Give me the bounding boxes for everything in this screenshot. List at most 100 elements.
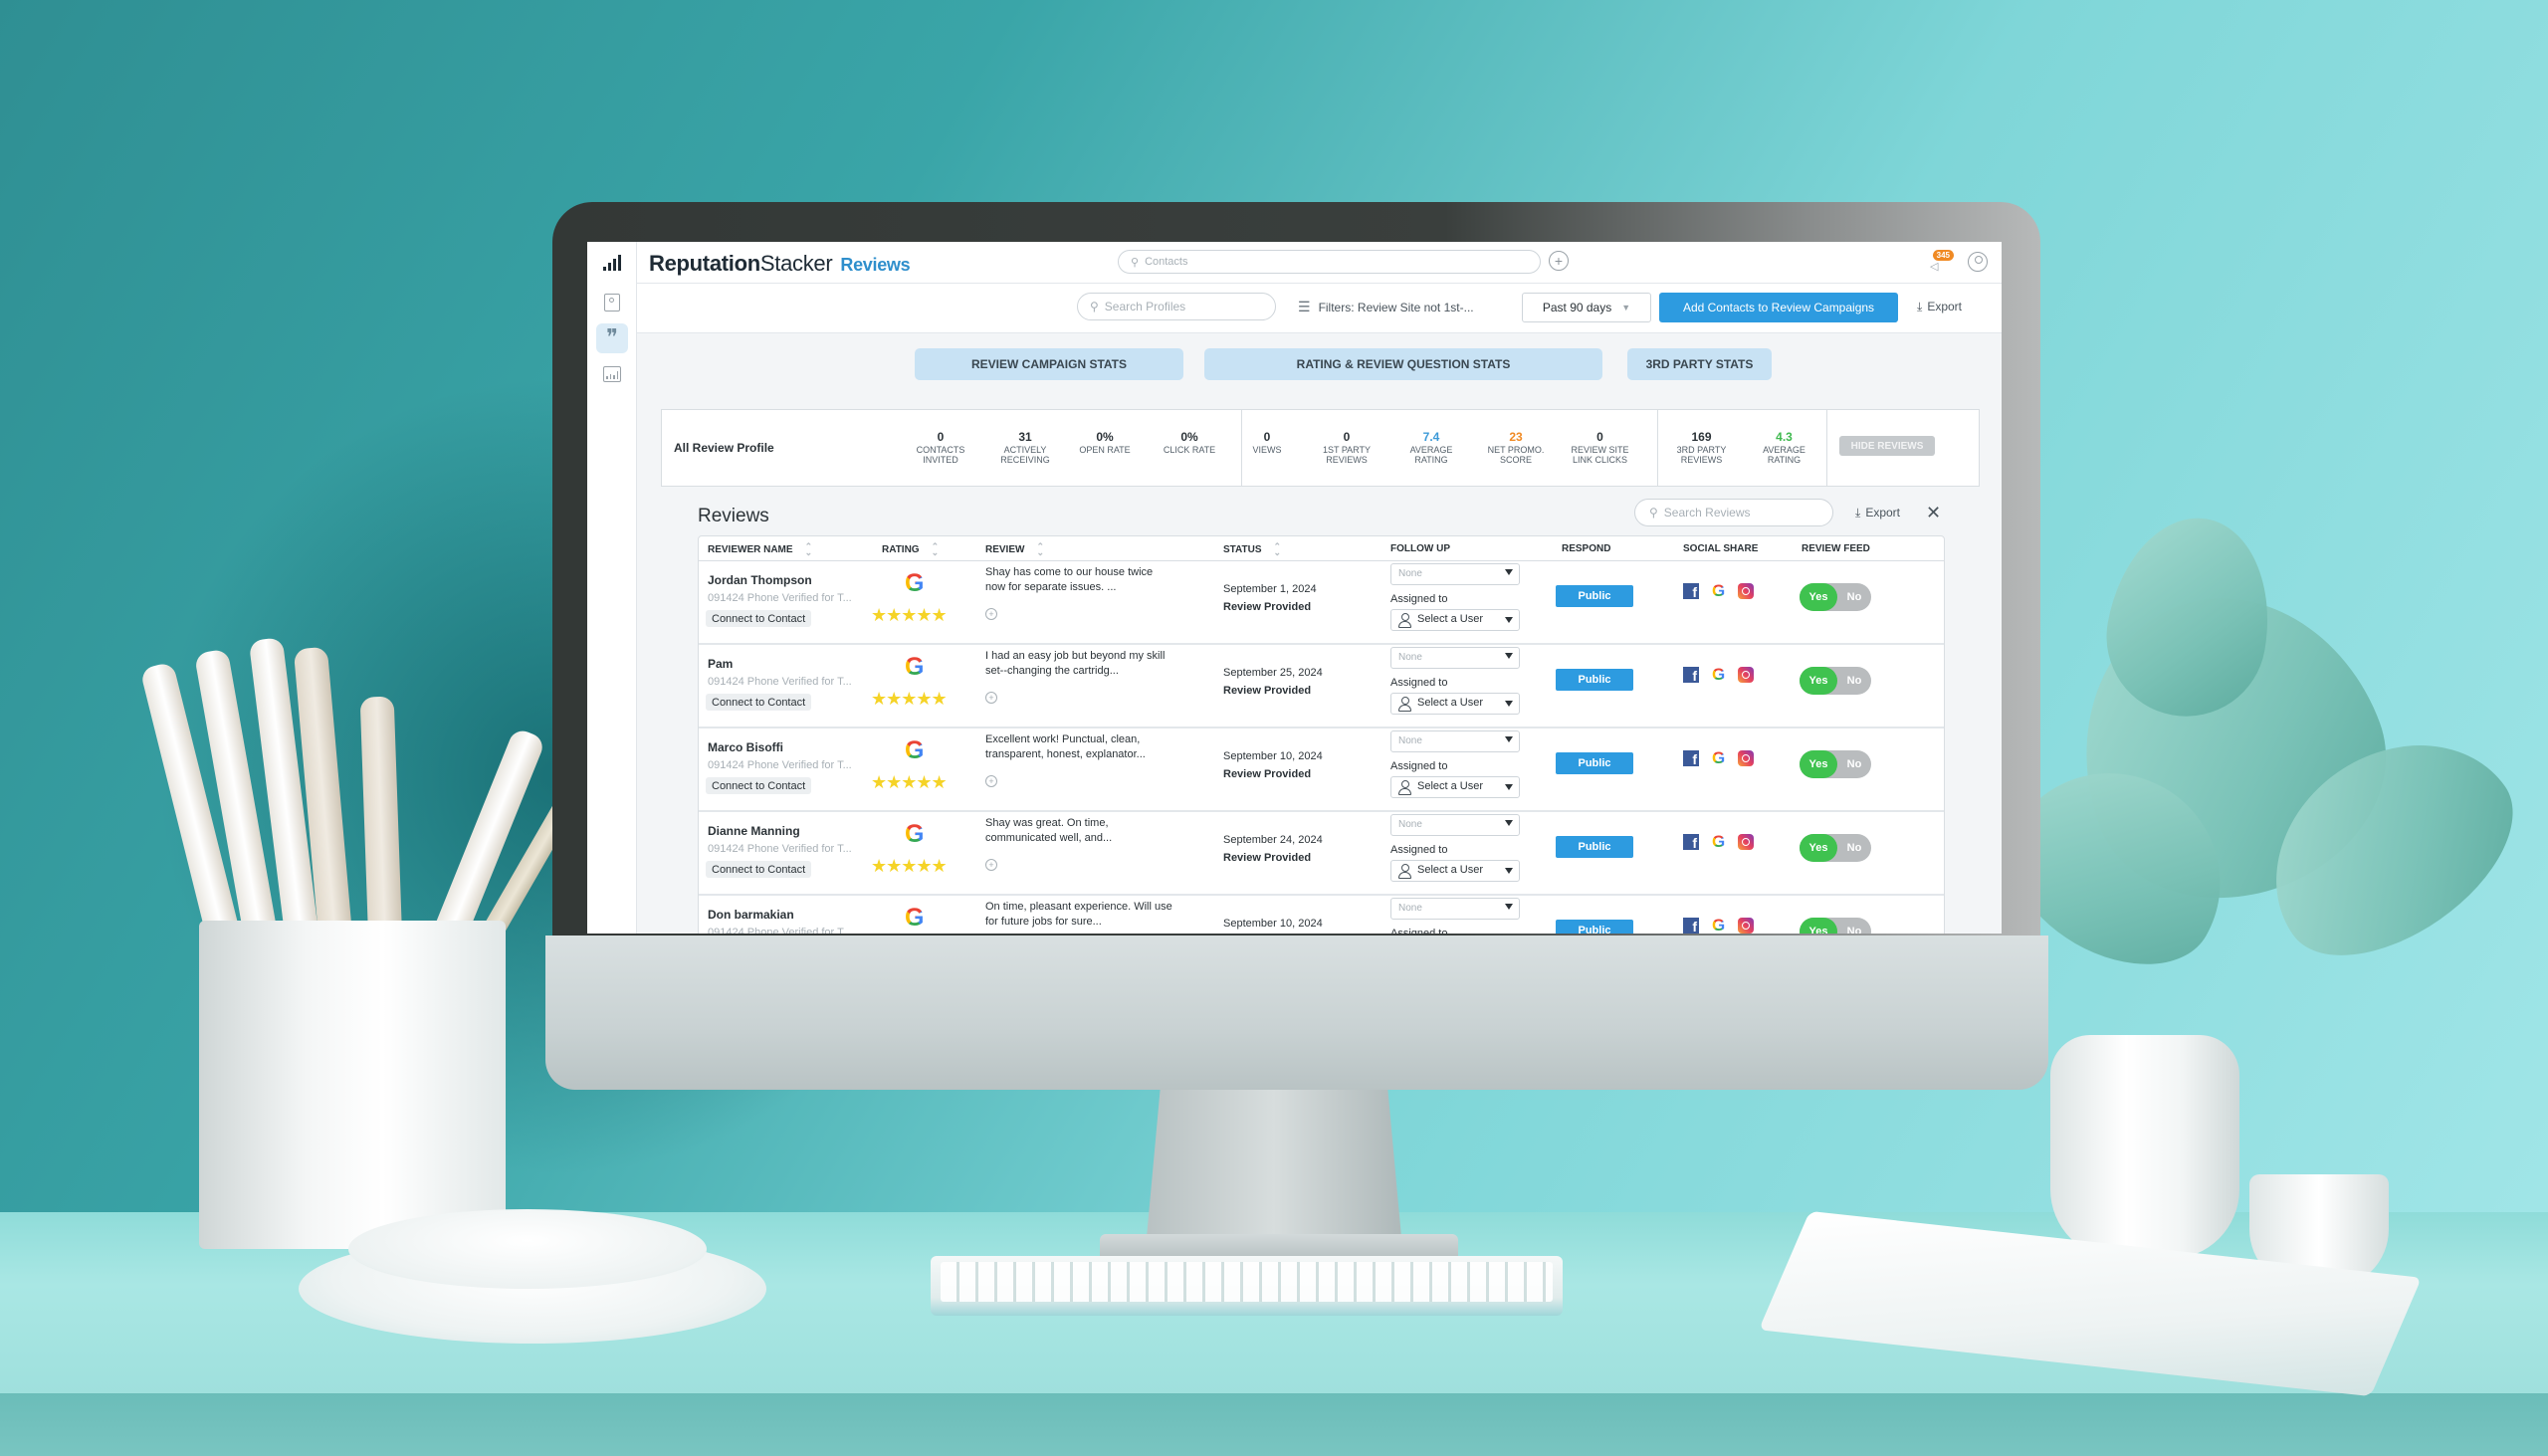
toggle-no[interactable]: No xyxy=(1837,667,1871,695)
column-label: FOLLOW UP xyxy=(1390,543,1450,554)
column-header-review[interactable]: REVIEW ⌃ ⌄ xyxy=(985,542,1044,557)
facebook-icon[interactable]: f xyxy=(1683,667,1699,684)
export-button[interactable]: ⤓ Export xyxy=(1917,300,1962,314)
table-row: Jordan Thompson 091424 Phone Verified fo… xyxy=(699,561,1944,645)
reviewer-name[interactable]: Marco Bisoffi xyxy=(708,740,783,754)
toggle-no[interactable]: No xyxy=(1837,583,1871,611)
review-feed-toggle[interactable]: Yes No xyxy=(1800,834,1871,862)
respond-public-button[interactable]: Public xyxy=(1556,585,1633,607)
sidebar-item-analytics[interactable] xyxy=(596,248,628,278)
review-feed-toggle[interactable]: Yes No xyxy=(1800,583,1871,611)
date-range-select[interactable]: Past 90 days ▼ xyxy=(1522,293,1651,322)
connect-to-contact-button[interactable]: Connect to Contact xyxy=(706,694,812,711)
expand-review-icon[interactable]: + xyxy=(985,608,997,620)
search-profiles-input[interactable]: ⚲ Search Profiles xyxy=(1077,293,1276,320)
stat-label: NET PROMO. SCORE xyxy=(1487,445,1545,465)
instagram-icon[interactable] xyxy=(1738,750,1755,766)
tab-3rd-party-stats[interactable]: 3RD PARTY STATS xyxy=(1627,348,1772,380)
google-share-icon[interactable]: G xyxy=(1712,832,1725,852)
column-label: RESPOND xyxy=(1562,543,1611,554)
expand-review-icon[interactable]: + xyxy=(985,692,997,704)
toggle-no[interactable]: No xyxy=(1837,918,1871,934)
facebook-icon[interactable]: f xyxy=(1683,918,1699,934)
assigned-to-label: Assigned to xyxy=(1390,593,1448,605)
hide-reviews-button[interactable]: HIDE REVIEWS xyxy=(1839,436,1935,456)
google-share-icon[interactable]: G xyxy=(1712,581,1725,601)
respond-public-button[interactable]: Public xyxy=(1556,920,1633,934)
assign-user-select[interactable]: Select a User xyxy=(1390,776,1520,798)
respond-public-button[interactable]: Public xyxy=(1556,752,1633,774)
stat-views: 0 VIEWS xyxy=(1227,430,1307,455)
filters-button[interactable]: ☰ Filters: Review Site not 1st-... xyxy=(1298,299,1474,315)
instagram-icon[interactable] xyxy=(1738,918,1755,934)
tab-rating-review-question-stats[interactable]: RATING & REVIEW QUESTION STATS xyxy=(1204,348,1602,380)
google-icon: G xyxy=(905,904,925,932)
sort-icon[interactable]: ⌃ ⌄ xyxy=(1036,542,1044,557)
instagram-icon[interactable] xyxy=(1738,667,1755,683)
follow-up-select[interactable]: None xyxy=(1390,898,1520,920)
follow-up-select[interactable]: None xyxy=(1390,814,1520,836)
notifications-button[interactable]: ◁ 345 xyxy=(1928,250,1954,274)
review-feed-toggle[interactable]: Yes No xyxy=(1800,667,1871,695)
connect-to-contact-button[interactable]: Connect to Contact xyxy=(706,861,812,878)
respond-public-button[interactable]: Public xyxy=(1556,836,1633,858)
social-share-icons: f G xyxy=(1683,832,1755,852)
assign-user-select[interactable]: Select a User xyxy=(1390,693,1520,715)
review-feed-toggle[interactable]: Yes No xyxy=(1800,918,1871,934)
app-screen: ❞ ReputationStacker Reviews ⚲ Contacts + … xyxy=(587,242,2002,934)
sort-icon[interactable]: ⌃ ⌄ xyxy=(932,542,940,557)
follow-up-select[interactable]: None xyxy=(1390,647,1520,669)
tab-review-campaign-stats[interactable]: REVIEW CAMPAIGN STATS xyxy=(915,348,1183,380)
facebook-icon[interactable]: f xyxy=(1683,583,1699,600)
follow-up-select[interactable]: None xyxy=(1390,730,1520,752)
reviewer-name[interactable]: Dianne Manning xyxy=(708,824,800,838)
instagram-icon[interactable] xyxy=(1738,834,1755,850)
search-reviews-input[interactable]: ⚲ Search Reviews xyxy=(1634,499,1833,526)
toggle-no[interactable]: No xyxy=(1837,834,1871,862)
column-header-status[interactable]: STATUS ⌃ ⌄ xyxy=(1223,542,1282,557)
reviewer-name[interactable]: Don barmakian xyxy=(708,908,794,922)
sidebar-item-reports[interactable] xyxy=(596,359,628,389)
close-icon[interactable]: ✕ xyxy=(1926,503,1941,523)
column-header-rating[interactable]: RATING ⌃ ⌄ xyxy=(882,542,940,557)
column-header-reviewer-name[interactable]: REVIEWER NAME ⌃ ⌄ xyxy=(708,542,813,557)
google-share-icon[interactable]: G xyxy=(1712,916,1725,934)
reviews-export-button[interactable]: ⤓ Export xyxy=(1855,506,1900,520)
toggle-yes[interactable]: Yes xyxy=(1800,834,1837,862)
expand-review-icon[interactable]: + xyxy=(985,859,997,871)
reviewer-source-note: 091424 Phone Verified for T... xyxy=(708,927,852,934)
sidebar-item-contacts[interactable] xyxy=(596,288,628,317)
sort-icon[interactable]: ⌃ ⌄ xyxy=(805,542,813,557)
expand-review-icon[interactable]: + xyxy=(985,775,997,787)
reviewer-name[interactable]: Pam xyxy=(708,657,733,671)
google-share-icon[interactable]: G xyxy=(1712,748,1725,768)
connect-to-contact-button[interactable]: Connect to Contact xyxy=(706,610,812,627)
stat-value: 0% xyxy=(1180,430,1198,444)
follow-up-select[interactable]: None xyxy=(1390,563,1520,585)
review-status: Review Provided xyxy=(1223,768,1312,780)
user-avatar-icon[interactable] xyxy=(1968,252,1988,272)
facebook-icon[interactable]: f xyxy=(1683,834,1699,851)
facebook-icon[interactable]: f xyxy=(1683,750,1699,767)
toggle-yes[interactable]: Yes xyxy=(1800,750,1837,778)
toggle-no[interactable]: No xyxy=(1837,750,1871,778)
connect-to-contact-button[interactable]: Connect to Contact xyxy=(706,777,812,794)
toggle-yes[interactable]: Yes xyxy=(1800,667,1837,695)
sort-icon[interactable]: ⌃ ⌄ xyxy=(1274,542,1282,557)
reviewer-name[interactable]: Jordan Thompson xyxy=(708,573,812,587)
toggle-yes[interactable]: Yes xyxy=(1800,918,1837,934)
review-feed-toggle[interactable]: Yes No xyxy=(1800,750,1871,778)
add-icon[interactable]: + xyxy=(1549,251,1569,271)
assign-user-select[interactable]: Select a User xyxy=(1390,609,1520,631)
google-share-icon[interactable]: G xyxy=(1712,665,1725,685)
reviews-heading: Reviews xyxy=(698,506,769,526)
assign-user-select[interactable]: Select a User xyxy=(1390,860,1520,882)
respond-public-button[interactable]: Public xyxy=(1556,669,1633,691)
sidebar-item-reviews[interactable]: ❞ xyxy=(596,323,628,353)
contacts-search-input[interactable]: ⚲ Contacts xyxy=(1118,250,1541,274)
stat-click-rate: 0% CLICK RATE xyxy=(1155,430,1224,455)
add-contacts-to-campaigns-button[interactable]: Add Contacts to Review Campaigns xyxy=(1659,293,1898,322)
instagram-icon[interactable] xyxy=(1738,583,1755,599)
toggle-yes[interactable]: Yes xyxy=(1800,583,1837,611)
review-text: I had an easy job but beyond my skill se… xyxy=(985,650,1166,677)
